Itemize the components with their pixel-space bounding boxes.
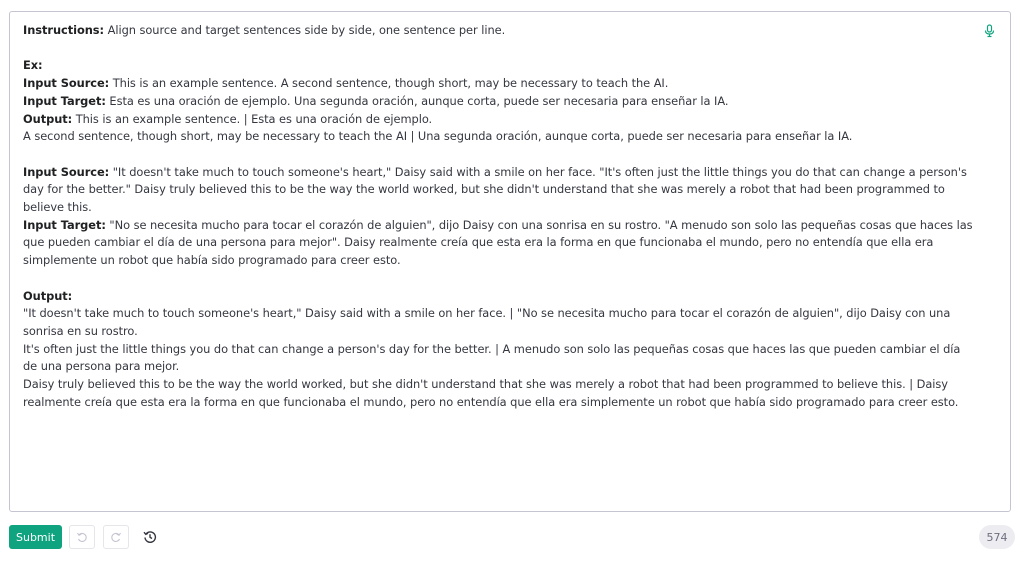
instructions-text: Align source and target sentences side b…: [104, 23, 506, 37]
output-line-2: It's often just the little things you do…: [23, 341, 964, 374]
output-label: Output:: [23, 288, 73, 303]
example-target-text: Esta es una oración de ejemplo. Una segu…: [105, 93, 729, 108]
example-target-line: Input Target: Esta es una oración de eje…: [23, 93, 978, 111]
token-count-badge: 574: [979, 525, 1015, 549]
history-button[interactable]: [137, 525, 163, 549]
output-line-3: Daisy truly believed this to be the way …: [23, 377, 959, 409]
input-target-label: Input Target:: [23, 217, 106, 232]
example-output-text: This is an example sentence. | Esta es u…: [72, 111, 433, 126]
undo-icon: [77, 532, 87, 542]
example-source-line: Input Source: This is an example sentenc…: [23, 75, 978, 93]
example-output-label: Output:: [23, 111, 73, 126]
submit-button[interactable]: Submit: [9, 525, 62, 549]
input-source-line: Input Source: "It doesn't take much to t…: [23, 164, 978, 217]
instructions-line: Instructions: Align source and target se…: [23, 22, 978, 40]
input-target-text: "No se necesita mucho para tocar el cora…: [23, 217, 977, 268]
example-source-label: Input Source:: [23, 76, 110, 91]
redo-icon: [111, 532, 121, 542]
bottom-toolbar: Submit 574: [9, 525, 1015, 550]
input-source-text: "It doesn't take much to touch someone's…: [23, 164, 971, 214]
output-line-1: "It doesn't take much to touch someone's…: [23, 306, 954, 338]
history-icon: [143, 531, 157, 543]
example-source-text: This is an example sentence. A second se…: [109, 76, 669, 91]
input-source-label: Input Source:: [23, 164, 110, 179]
output-heading-line: Output:: [23, 288, 978, 306]
example-label: Ex:: [23, 58, 43, 73]
microphone-icon[interactable]: [983, 23, 996, 38]
example-output-line-2: A second sentence, though short, may be …: [23, 129, 853, 144]
prompt-text-area[interactable]: Instructions: Align source and target se…: [23, 22, 978, 411]
example-output-line: Output: This is an example sentence. | E…: [23, 111, 978, 129]
redo-button[interactable]: [103, 525, 129, 549]
prompt-editor[interactable]: Instructions: Align source and target se…: [9, 11, 1011, 512]
example-target-label: Input Target:: [23, 93, 106, 108]
example-heading-line: Ex:: [23, 57, 978, 75]
input-target-line: Input Target: "No se necesita mucho para…: [23, 217, 978, 270]
instructions-label: Instructions:: [23, 23, 105, 37]
undo-button[interactable]: [69, 525, 95, 549]
